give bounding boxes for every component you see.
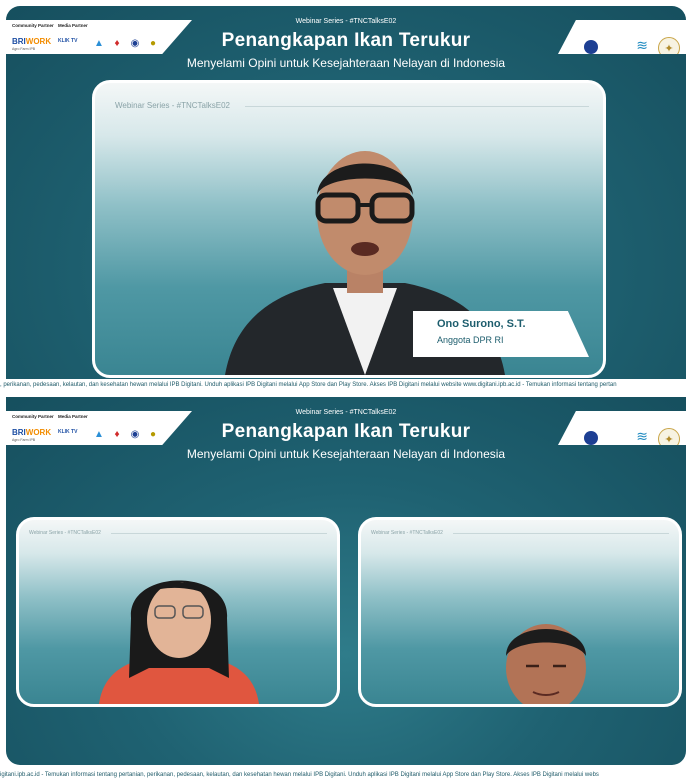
webinar-subtitle: Menyelami Opini untuk Kesejahteraan Nela… bbox=[186, 56, 506, 70]
webinar-title: Penangkapan Ikan Terukur bbox=[221, 30, 471, 51]
speaker-nameplate: Ono Surono, S.T. Anggota DPR RI bbox=[413, 311, 589, 357]
participant-1-video-feed bbox=[99, 580, 259, 704]
frame-series-label: Webinar Series - #TNCTalksE02 bbox=[371, 530, 443, 536]
speaker-name: Ono Surono, S.T. bbox=[437, 318, 526, 330]
frame-divider bbox=[453, 533, 669, 534]
speaker-video-frame: Webinar Series - #TNCTalksE02 Ono Surono… bbox=[92, 80, 606, 378]
frame-series-label: Webinar Series - #TNCTalksE02 bbox=[115, 101, 231, 110]
video-panel-top: Community Partner Media Partner BRIWORK … bbox=[6, 6, 686, 379]
frame-series-label: Webinar Series - #TNCTalksE02 bbox=[29, 530, 101, 536]
participant-2-video-feed bbox=[506, 624, 586, 704]
video-panel-bottom: Community Partner Media Partner BRIWORK … bbox=[6, 397, 686, 765]
participant-video-frame-1: Webinar Series - #TNCTalksE02 bbox=[16, 517, 340, 707]
news-ticker-top: , perikanan, pedesaan, kelautan, dan kes… bbox=[0, 381, 690, 390]
webinar-title: Penangkapan Ikan Terukur bbox=[221, 421, 471, 442]
frame-divider bbox=[245, 106, 589, 107]
frame-divider bbox=[111, 533, 327, 534]
webinar-subtitle: Menyelami Opini untuk Kesejahteraan Nela… bbox=[186, 447, 506, 461]
speaker-role: Anggota DPR RI bbox=[437, 335, 504, 345]
news-ticker-bottom: igitani.ipb.ac.id - Temukan informasi te… bbox=[0, 771, 690, 780]
series-label: Webinar Series - #TNCTalksE02 bbox=[295, 18, 397, 25]
series-label: Webinar Series - #TNCTalksE02 bbox=[295, 409, 397, 416]
participant-video-frame-2: Webinar Series - #TNCTalksE02 bbox=[358, 517, 682, 707]
